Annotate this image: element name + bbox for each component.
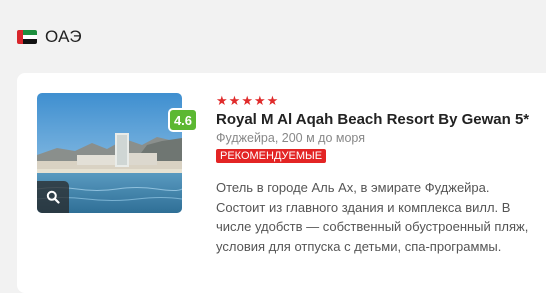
hotel-photo[interactable] <box>37 93 182 213</box>
star-icon: ★ <box>266 93 279 108</box>
recommended-badge: РЕКОМЕНДУЕМЫЕ <box>216 149 327 163</box>
star-icon: ★ <box>216 93 228 108</box>
photo-zoom-button[interactable] <box>37 181 69 213</box>
hotel-description: Отель в городе Аль Ах, в эмирате Фуджейр… <box>216 180 529 254</box>
hotel-info: ★ ★ ★ ★ ★ Royal M Al Aqah Beach Resort B… <box>216 94 546 256</box>
hotel-card[interactable]: 4.6 ★ ★ ★ ★ ★ Royal M Al Aqah Beach Reso… <box>17 73 546 293</box>
star-icon: ★ <box>228 93 241 108</box>
star-rating: ★ ★ ★ ★ ★ <box>216 94 546 107</box>
rating-badge: 4.6 <box>168 108 198 132</box>
search-icon <box>46 190 60 204</box>
country-header: ОАЭ <box>17 27 82 47</box>
uae-flag-icon <box>17 30 37 44</box>
country-name: ОАЭ <box>45 27 82 46</box>
star-icon: ★ <box>241 93 253 108</box>
hotel-location: Фуджейра, 200 м до моря <box>216 131 366 145</box>
star-icon: ★ <box>253 93 266 108</box>
hotel-name-link[interactable]: Royal M Al Aqah Beach Resort By Gewan 5* <box>216 111 546 128</box>
